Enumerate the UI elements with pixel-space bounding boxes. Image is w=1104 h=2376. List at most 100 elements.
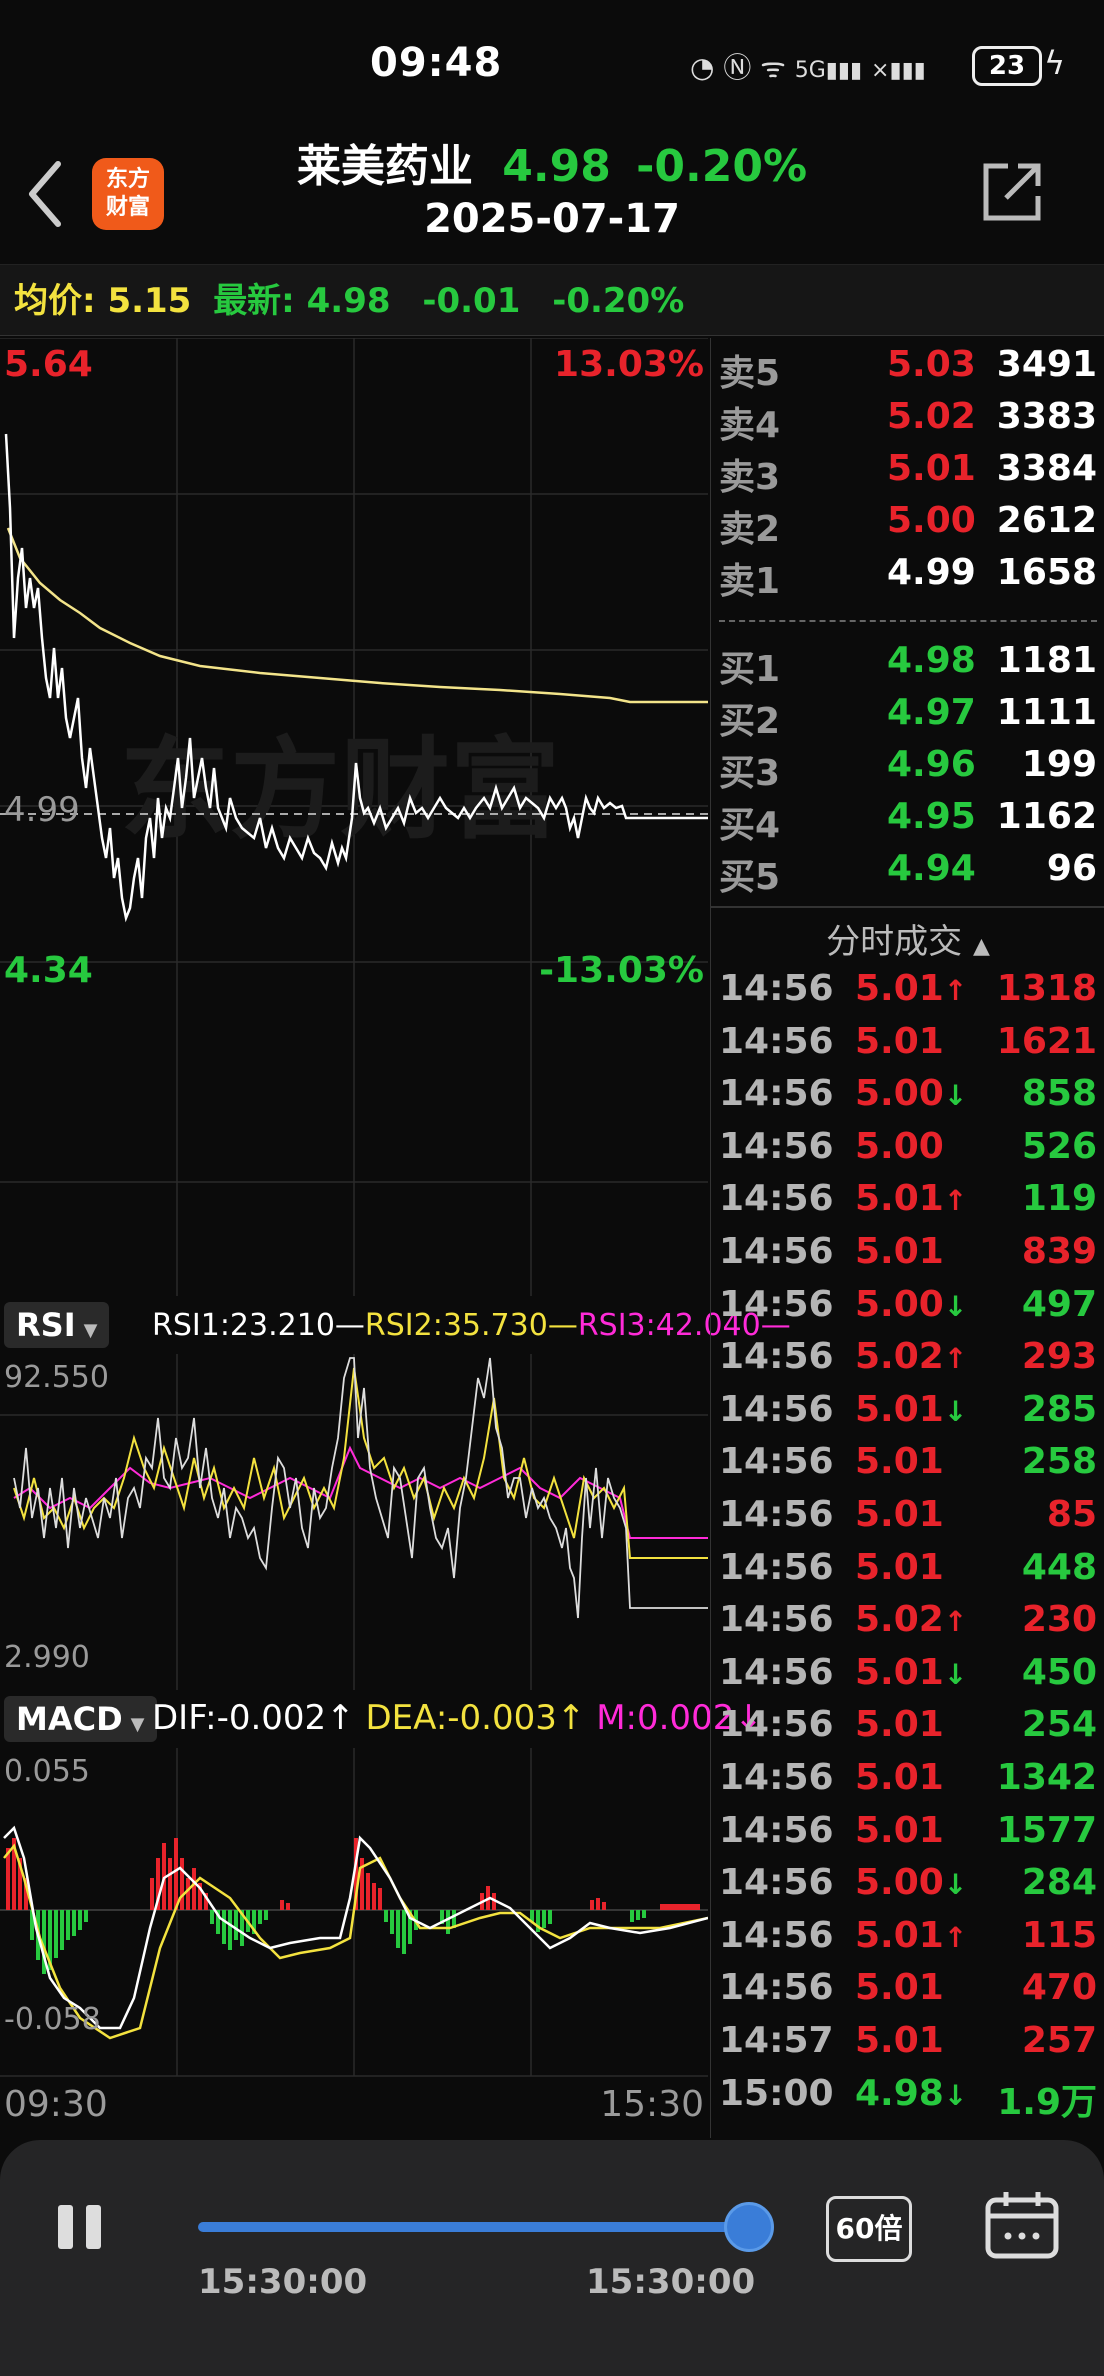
bid-volume: 96 [1046,848,1097,889]
trade-price: 5.01 [855,1494,944,1535]
ask-row[interactable]: 卖3 5.01 3384 [711,448,1104,500]
arrow-up-icon: ↑ [943,1184,968,1218]
intraday-chart[interactable]: 东方财富 5.64 13.03% 4.99 4.34 -13.03% RSI ▼… [0,338,791,2138]
bid-row[interactable]: 买2 4.97 1111 [711,692,1104,744]
bid-price: 4.94 [887,848,976,889]
trade-volume: 230 [1021,1599,1097,1641]
trade-row: 14:56 5.01 1621 [711,1021,1104,1073]
battery-icon: 23 [972,46,1042,86]
chart-bottom-price: 4.34 [4,950,93,991]
signal-icon: ×▮▮▮ [871,58,926,83]
rsi-select-button[interactable]: RSI ▼ [4,1302,110,1348]
trade-price-wrap: 5.01 [855,1494,944,1535]
trade-price: 5.00 [855,1862,944,1904]
macd-select-button[interactable]: MACD ▼ [4,1696,157,1742]
trade-volume: 497 [1021,1283,1097,1325]
trade-time: 14:56 [719,1914,834,1956]
arrow-down-icon: ↓ [943,1657,968,1691]
orderbook-divider [719,620,1097,622]
ask-row[interactable]: 卖5 5.03 3491 [711,344,1104,396]
ask-price: 5.00 [887,500,976,541]
trade-price: 5.01 [855,1388,944,1430]
chart-ref-price: 4.99 [4,790,80,830]
calendar-button[interactable] [984,2190,1060,2260]
share-button[interactable] [980,160,1044,224]
trade-price: 5.01 [855,1020,944,1062]
trade-volume: 285 [1021,1388,1097,1430]
arrow-up-icon: ↑ [943,1605,968,1639]
trade-row: 14:56 5.00↓ 284 [711,1862,1104,1914]
macd-dea: DEA:-0.003 [365,1698,557,1738]
trade-time: 14:56 [719,1283,834,1325]
bid-row[interactable]: 买1 4.98 1181 [711,640,1104,692]
trade-row: 14:56 5.01↑ 115 [711,1915,1104,1967]
playback-slider-handle[interactable] [724,2202,774,2252]
rsi1-value: RSI1:23.210 [152,1308,335,1343]
bid-price: 4.95 [887,796,976,837]
avg-price-line [6,527,708,704]
ask-row[interactable]: 卖2 5.00 2612 [711,500,1104,552]
bid-row[interactable]: 买5 4.94 96 [711,848,1104,900]
trade-price-wrap: 5.01 [855,1810,944,1851]
trade-price: 5.01 [855,1231,944,1272]
trade-time: 14:56 [719,1494,834,1535]
panel-divider [711,906,1104,908]
trade-price-wrap: 5.01 [855,1021,944,1062]
trade-volume: 284 [1021,1862,1097,1904]
trade-row: 14:56 5.01 1342 [711,1757,1104,1809]
macd-button-label: MACD [16,1700,123,1738]
bid-label: 买4 [719,805,781,846]
trade-price-wrap: 5.00↓ [855,1073,967,1114]
trade-time: 14:57 [719,2020,834,2061]
playback-slider[interactable] [198,2222,750,2232]
stock-title: 莱美药业 4.98 -0.20% [0,130,1104,194]
last-value: 4.98 [306,281,391,321]
signal-5g-icon: 5G▮▮▮ [794,58,863,83]
trades-title: 分时成交 [826,922,963,962]
trade-volume: 119 [1021,1178,1097,1220]
trade-price-wrap: 5.01 [855,1547,944,1588]
trade-row: 14:56 5.01 839 [711,1231,1104,1283]
ask-row[interactable]: 卖1 4.99 1658 [711,552,1104,604]
bid-row[interactable]: 买3 4.96 199 [711,744,1104,796]
ask-row[interactable]: 卖4 5.02 3383 [711,396,1104,448]
trade-price-wrap: 5.01↑ [855,1915,967,1956]
chart-top-pct: 13.03% [554,344,704,385]
trade-price-wrap: 5.01 [855,1231,944,1272]
trade-volume: 257 [1021,2020,1097,2061]
bid-price: 4.98 [887,640,976,681]
trade-price-wrap: 5.01 [855,1441,944,1482]
trade-row: 14:56 5.01 1577 [711,1810,1104,1862]
trade-row: 14:56 5.00↓ 858 [711,1073,1104,1125]
macd-dif: DIF:-0.002 [152,1698,327,1738]
ask-label: 卖2 [719,509,781,550]
bid-label: 买5 [719,857,781,898]
speed-button[interactable]: 60倍 [826,2196,912,2262]
bid-label: 买3 [719,753,781,794]
trade-price: 5.01 [855,1914,944,1956]
bid-row[interactable]: 买4 4.95 1162 [711,796,1104,848]
trade-time: 14:56 [719,1967,834,2009]
share-icon [983,163,1041,221]
pause-button[interactable] [58,2205,104,2249]
pause-icon-bar [58,2205,73,2249]
status-icons: ◔ Ⓝ ᯤ 5G▮▮▮ ×▮▮▮ [690,46,926,86]
trade-price: 5.01 [855,1704,944,1746]
arrow-down-icon: ↓ [943,1394,968,1428]
arrow-up-icon: ↑ [943,974,968,1007]
trades-tab[interactable]: 分时成交 ▲ [711,914,1104,963]
status-bar: 09:48 ◔ Ⓝ ᯤ 5G▮▮▮ ×▮▮▮ 23 ϟ [0,0,1104,130]
caret-down-icon: ▼ [83,1320,98,1341]
trade-price-wrap: 5.00↓ [855,1284,967,1325]
ask-price: 4.99 [887,552,976,593]
last-label: 最新: [213,281,295,321]
trade-time: 14:56 [719,1125,834,1167]
chart-svg: 东方财富 [0,338,708,2077]
trade-price-wrap: 5.02↑ [855,1599,967,1640]
nfc-icon: Ⓝ [723,51,752,84]
trade-volume: 470 [1021,1967,1097,2009]
ask-label: 卖1 [719,561,781,602]
trade-time: 14:56 [719,1336,834,1378]
ask-price: 5.03 [887,344,976,385]
main-grid [0,338,708,2077]
